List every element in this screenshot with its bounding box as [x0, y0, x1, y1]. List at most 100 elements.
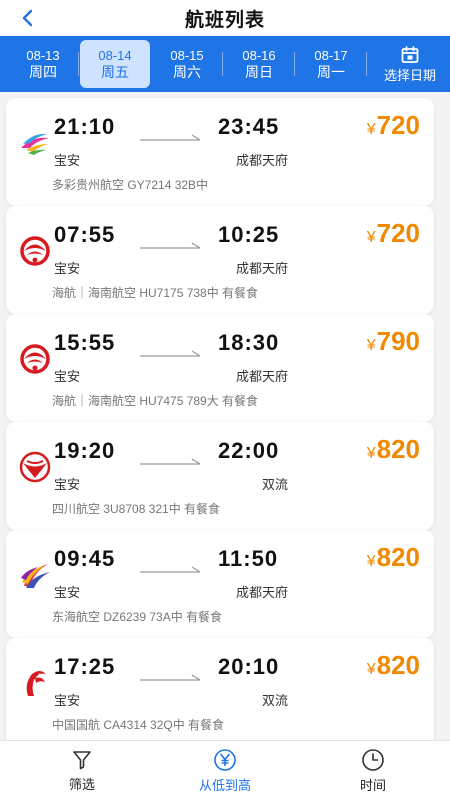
price: ¥ 720 [367, 218, 420, 249]
flight-info: 四川航空 3U8708 321中 有餐食 [52, 502, 221, 516]
arrival-airport: 双流 [261, 477, 288, 492]
clock-icon [362, 749, 384, 771]
date-tab-weekday: 周六 [173, 64, 201, 80]
arrival-airport: 成都天府 [235, 369, 288, 384]
currency-symbol: ¥ [366, 229, 376, 246]
date-tab-0816[interactable]: 08-16 周日 [224, 40, 295, 88]
arrival-time: 20:10 [218, 654, 280, 679]
time-sort-tab[interactable]: 时间 [318, 741, 428, 800]
arrow-right-icon [140, 350, 201, 357]
departure-time: 07:55 [54, 222, 116, 247]
colorful-guizhou-logo-icon [21, 133, 49, 155]
date-tab-weekday: 周日 [245, 64, 273, 80]
sort-price-tab[interactable]: 从低到高 [170, 741, 280, 800]
flight-card[interactable]: 17:25 宝安 20:10 双流 ¥ 820 中国国航 CA4314 32Q中… [6, 638, 434, 740]
price: ¥ 790 [367, 326, 420, 357]
date-bar: 08-13 周四 08-14 周五 08-15 周六 08-16 周日 08-1… [0, 36, 450, 92]
flight-card[interactable]: 21:10 宝安 23:45 成都天府 ¥ 720 多彩贵州航空 GY7214 … [6, 98, 434, 206]
time-label: 时间 [359, 778, 386, 793]
arrival-time: 23:45 [218, 114, 280, 139]
arrival-airport: 成都天府 [235, 585, 288, 600]
flight-card[interactable]: 09:45 宝安 11:50 成都天府 ¥ 820 东海航空 DZ6239 73… [6, 530, 434, 638]
price-value: 820 [376, 650, 420, 680]
departure-time: 09:45 [54, 546, 116, 571]
price-value: 720 [376, 218, 420, 248]
flight-info: 东海航空 DZ6239 73A中 有餐食 [52, 610, 223, 624]
date-tab-date: 08-15 [170, 48, 204, 63]
arrow-right-icon [140, 242, 201, 249]
flight-card[interactable]: 07:55 宝安 10:25 成都天府 ¥ 720 海航｜海南航空 HU7175… [6, 206, 434, 314]
departure-time: 21:10 [54, 114, 116, 139]
departure-airport: 宝安 [54, 369, 81, 384]
currency-symbol: ¥ [366, 553, 376, 570]
hainan-airlines-logo-icon [20, 236, 50, 266]
currency-symbol: ¥ [366, 121, 376, 138]
departure-time: 17:25 [54, 654, 116, 679]
flight-info: 海航｜海南航空 HU7475 789大 有餐食 [52, 394, 259, 408]
date-tab-0815[interactable]: 08-15 周六 [152, 40, 223, 88]
date-tab-weekday: 周一 [317, 64, 345, 80]
arrival-time: 18:30 [218, 330, 280, 355]
flight-card[interactable]: 15:55 宝安 18:30 成都天府 ¥ 790 海航｜海南航空 HU7475… [6, 314, 434, 422]
pick-date-button[interactable]: 选择日期 [378, 40, 442, 88]
date-tab-0813[interactable]: 08-13 周四 [8, 40, 79, 88]
flight-info: 中国国航 CA4314 32Q中 有餐食 [52, 718, 225, 732]
sort-price-label: 从低到高 [198, 778, 251, 793]
date-tab-0814[interactable]: 08-14 周五 [80, 40, 150, 88]
departure-time: 15:55 [54, 330, 116, 355]
departure-airport: 宝安 [54, 153, 81, 168]
currency-symbol: ¥ [366, 445, 376, 462]
filter-icon [73, 751, 91, 770]
bottom-tab-bar: 筛选 从低到高 时间 [0, 740, 450, 800]
date-tab-date: 08-16 [242, 48, 276, 63]
arrow-right-icon [140, 458, 201, 465]
departure-airport: 宝安 [54, 693, 81, 708]
calendar-icon [401, 45, 419, 63]
flight-card[interactable]: 19:20 宝安 22:00 双流 ¥ 820 四川航空 3U8708 321中… [6, 422, 434, 530]
departure-time: 19:20 [54, 438, 116, 463]
arrow-right-icon [140, 674, 201, 681]
chevron-left-icon [22, 9, 33, 27]
price: ¥ 820 [367, 542, 420, 573]
sichuan-airlines-logo-icon [19, 451, 51, 483]
arrival-time: 22:00 [218, 438, 280, 463]
air-china-logo-icon [26, 671, 46, 696]
currency-symbol: ¥ [366, 337, 376, 354]
date-tab-date: 08-14 [98, 48, 132, 63]
departure-airport: 宝安 [54, 261, 81, 276]
date-tab-weekday: 周五 [101, 64, 129, 80]
arrival-airport: 双流 [261, 693, 288, 708]
header: 航班列表 [0, 0, 450, 36]
departure-airport: 宝安 [54, 585, 81, 600]
arrow-right-icon [140, 566, 201, 573]
price: ¥ 720 [367, 110, 420, 141]
currency-symbol: ¥ [366, 661, 376, 678]
arrow-right-icon [140, 134, 201, 141]
price: ¥ 820 [367, 434, 420, 465]
price-value: 720 [376, 110, 420, 140]
filter-tab[interactable]: 筛选 [27, 741, 137, 800]
pick-date-label: 选择日期 [383, 67, 436, 83]
flight-info: 海航｜海南航空 HU7175 738中 有餐食 [52, 286, 259, 300]
price: ¥ 820 [367, 650, 420, 681]
flight-info: 多彩贵州航空 GY7214 32B中 [52, 178, 209, 192]
hainan-airlines-logo-icon [20, 344, 50, 374]
page-title: 航班列表 [184, 9, 265, 31]
back-button[interactable] [14, 4, 42, 32]
price-value: 820 [376, 434, 420, 464]
date-tab-0817[interactable]: 08-17 周一 [296, 40, 367, 88]
date-tab-date: 08-17 [314, 48, 348, 63]
flight-list: 21:10 宝安 23:45 成都天府 ¥ 720 多彩贵州航空 GY7214 … [0, 92, 450, 740]
departure-airport: 宝安 [54, 477, 81, 492]
donghai-airlines-logo-icon [21, 564, 50, 588]
arrival-time: 11:50 [218, 546, 279, 571]
price-value: 820 [376, 542, 420, 572]
arrival-time: 10:25 [218, 222, 280, 247]
date-tab-weekday: 周四 [29, 64, 57, 80]
yuan-circle-icon [214, 749, 236, 771]
filter-label: 筛选 [68, 777, 95, 792]
arrival-airport: 成都天府 [235, 153, 288, 168]
arrival-airport: 成都天府 [235, 261, 288, 276]
price-value: 790 [376, 326, 420, 356]
date-tab-date: 08-13 [26, 48, 60, 63]
